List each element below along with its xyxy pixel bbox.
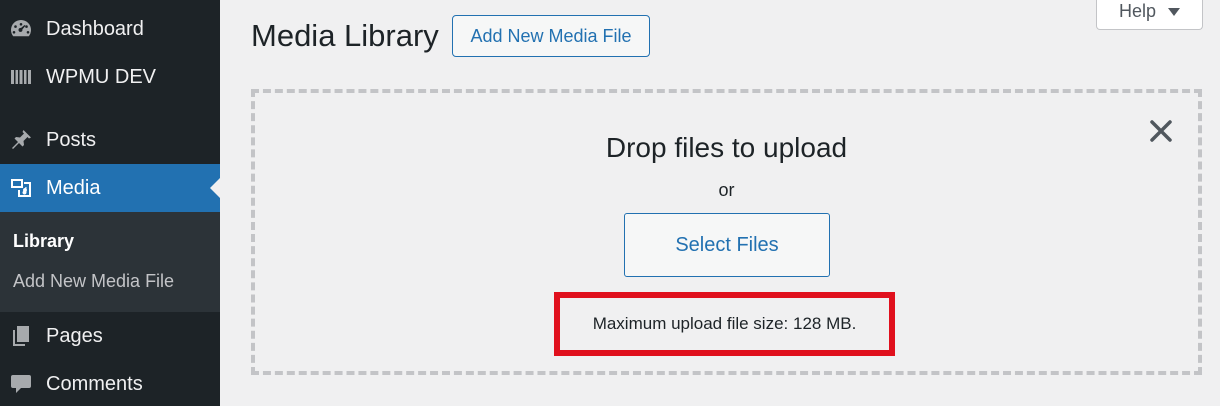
sidebar-item-wpmu-dev[interactable]: WPMU DEV: [0, 53, 220, 101]
max-upload-size-text: Maximum upload file size: 128 MB.: [592, 314, 857, 333]
pin-icon: [8, 127, 34, 153]
media-submenu: Library Add New Media File: [0, 212, 220, 312]
submenu-item-library[interactable]: Library: [13, 231, 74, 252]
select-files-button[interactable]: Select Files: [624, 213, 830, 277]
media-icon: [8, 175, 34, 201]
sidebar-item-label: WPMU DEV: [46, 65, 156, 88]
or-separator: or: [718, 180, 735, 200]
caret-down-icon: [1168, 7, 1181, 16]
sidebar-item-comments[interactable]: Comments: [0, 360, 220, 406]
sidebar-item-label: Comments: [46, 372, 143, 395]
page-title: Media Library: [251, 18, 439, 53]
sidebar-item-label: Media: [46, 176, 101, 199]
help-tab-button[interactable]: Help: [1096, 0, 1203, 30]
help-label: Help: [1118, 1, 1157, 21]
admin-sidebar: Dashboard WPMU DEV Posts Media Library A…: [0, 0, 220, 406]
sidebar-item-dashboard[interactable]: Dashboard: [0, 5, 220, 53]
sidebar-item-label: Posts: [46, 128, 97, 151]
sidebar-item-label: Dashboard: [46, 17, 144, 40]
sidebar-item-label: Pages: [46, 324, 103, 347]
sidebar-item-pages[interactable]: Pages: [0, 312, 220, 360]
sidebar-item-media[interactable]: Media: [0, 164, 220, 212]
submenu-item-add-new-media-file[interactable]: Add New Media File: [13, 271, 174, 292]
comment-icon: [8, 371, 34, 397]
sidebar-item-posts[interactable]: Posts: [0, 116, 220, 164]
drop-files-heading: Drop files to upload: [605, 132, 848, 163]
wpmudev-icon: [8, 64, 34, 90]
add-new-media-file-button[interactable]: Add New Media File: [452, 15, 650, 57]
highlight-annotation-box: Maximum upload file size: 128 MB.: [554, 292, 895, 356]
dashboard-icon: [8, 16, 34, 42]
page-icon: [8, 323, 34, 349]
